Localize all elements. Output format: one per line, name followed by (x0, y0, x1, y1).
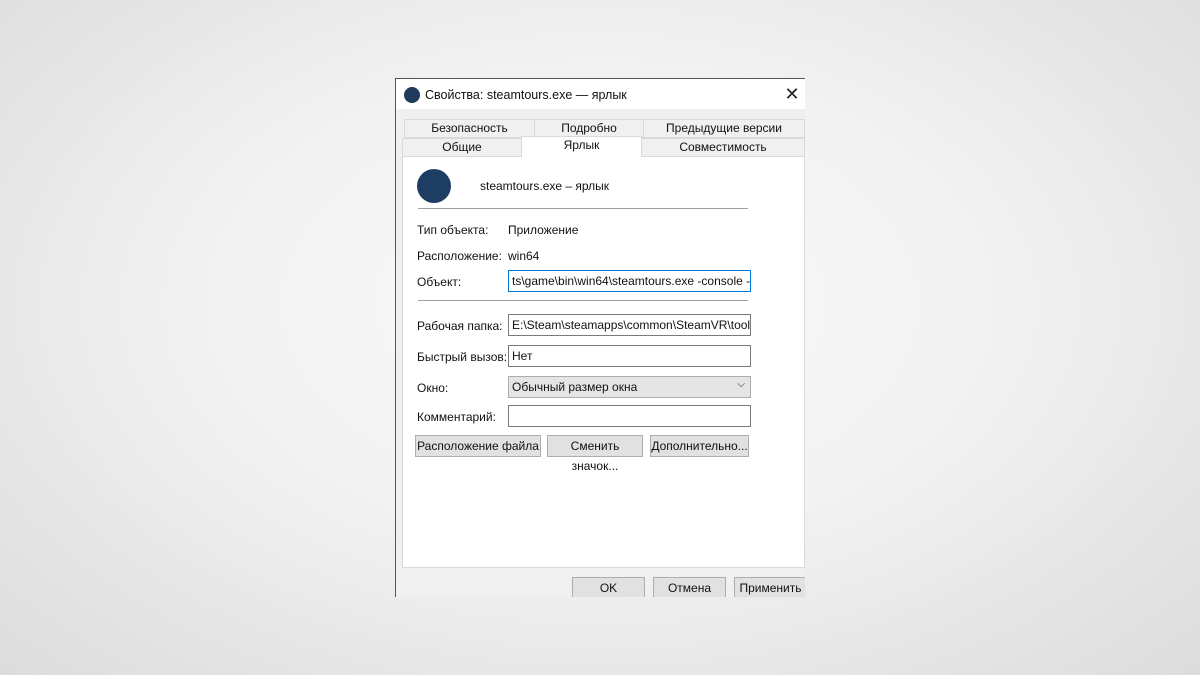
apply-button[interactable]: Применить (734, 577, 805, 597)
tab-security[interactable]: Безопасность (404, 119, 535, 138)
tab-compatibility[interactable]: Совместимость (641, 138, 805, 157)
window-title: Свойства: steamtours.exe — ярлык (425, 88, 627, 102)
window-select[interactable]: Обычный размер окна ⌵ (508, 376, 751, 398)
window-label: Окно: (417, 381, 449, 395)
hotkey-input[interactable]: Нет (508, 345, 751, 367)
target-label: Объект: (417, 275, 462, 289)
shortcut-icon (417, 169, 451, 203)
tab-general[interactable]: Общие (402, 138, 522, 157)
chevron-down-icon: ⌵ (737, 379, 745, 390)
tab-shortcut[interactable]: Ярлык (521, 136, 642, 157)
file-location-button[interactable]: Расположение файла (415, 435, 541, 457)
properties-dialog: Свойства: steamtours.exe — ярлык ✕ Безоп… (395, 78, 805, 597)
app-icon (404, 87, 420, 103)
comment-input[interactable] (508, 405, 751, 427)
type-value: Приложение (508, 223, 579, 237)
hotkey-label: Быстрый вызов: (417, 350, 508, 364)
workdir-input[interactable]: E:\Steam\steamapps\common\SteamVR\tools\… (508, 314, 751, 336)
tab-previous-versions[interactable]: Предыдущие версии (643, 119, 805, 138)
shortcut-panel: steamtours.exe – ярлык Тип объекта: Прил… (402, 156, 805, 568)
window-select-value: Обычный размер окна (512, 380, 638, 394)
cancel-button[interactable]: Отмена (653, 577, 726, 597)
advanced-button[interactable]: Дополнительно... (650, 435, 749, 457)
close-button[interactable]: ✕ (779, 82, 805, 106)
divider (418, 208, 748, 209)
comment-label: Комментарий: (417, 410, 496, 424)
location-label: Расположение: (417, 249, 502, 263)
location-value: win64 (508, 249, 540, 263)
change-icon-button[interactable]: Сменить значок... (547, 435, 643, 473)
workdir-label: Рабочая папка: (417, 319, 503, 333)
title-bar: Свойства: steamtours.exe — ярлык ✕ (396, 79, 805, 109)
divider (418, 300, 748, 301)
target-input[interactable]: ts\game\bin\win64\steamtours.exe -consol… (508, 270, 751, 292)
type-label: Тип объекта: (417, 223, 489, 237)
shortcut-name: steamtours.exe – ярлык (480, 179, 610, 193)
ok-button[interactable]: OK (572, 577, 645, 597)
